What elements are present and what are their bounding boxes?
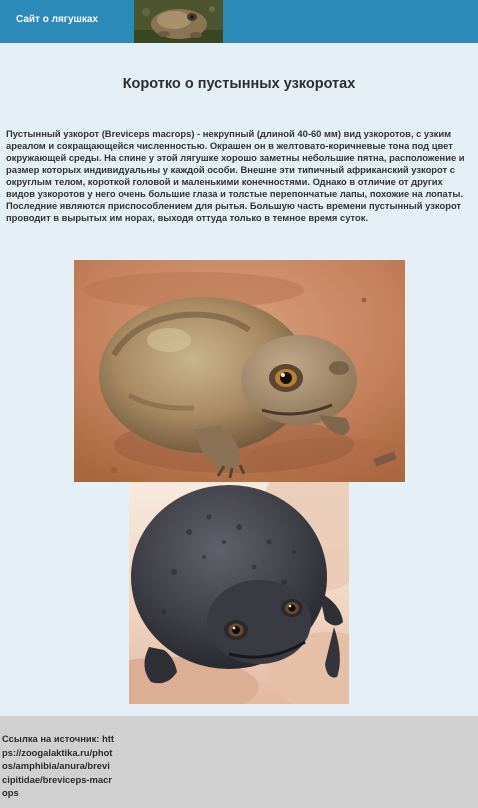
page-title: Коротко о пустынных узкоротах <box>122 76 356 92</box>
article-body-text: Пустынный узкорот (Breviceps macrops) - … <box>6 128 465 223</box>
desert-rain-frog-photo-sand <box>74 260 405 482</box>
header-frog-thumbnail <box>134 0 223 43</box>
source-link-text[interactable]: Ссылка на источник: https://zoogalaktika… <box>2 732 114 800</box>
page-footer: Ссылка на источник: https://zoogalaktika… <box>0 716 478 808</box>
dark-frog-on-hand-photo <box>129 482 349 704</box>
site-home-link[interactable]: Сайт о лягушках <box>16 0 98 43</box>
top-navigation-bar: Сайт о лягушках <box>0 0 478 43</box>
